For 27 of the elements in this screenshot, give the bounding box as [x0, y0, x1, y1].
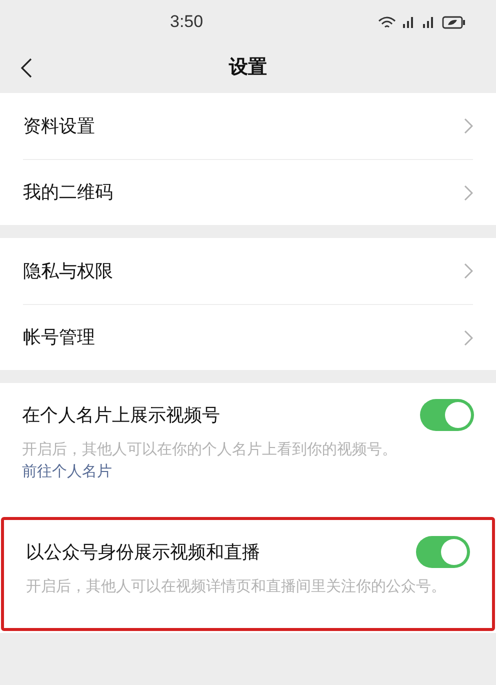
- toggle-switch[interactable]: [416, 536, 470, 568]
- status-time: 3:50: [170, 11, 204, 34]
- chevron-right-icon: [464, 184, 473, 200]
- toggle-label: 在个人名片上展示视频号: [22, 404, 220, 426]
- page-title: 设置: [229, 56, 267, 80]
- row-label: 隐私与权限: [23, 260, 113, 282]
- battery-icon: [442, 16, 466, 28]
- toggle-description: 开启后，其他人可以在视频详情页和直播间里关注你的公众号。: [26, 577, 447, 597]
- toggle-switch[interactable]: [420, 399, 474, 431]
- back-button[interactable]: [20, 58, 32, 78]
- chevron-right-icon: [464, 263, 473, 279]
- profile-link[interactable]: 前往个人名片: [22, 463, 112, 480]
- settings-row[interactable]: 资料设置: [23, 93, 473, 159]
- row-label: 资料设置: [23, 114, 95, 138]
- settings-row[interactable]: 隐私与权限: [23, 238, 473, 304]
- wifi-icon: [378, 16, 396, 28]
- signal-icon: [422, 16, 436, 28]
- row-label: 我的二维码: [23, 181, 113, 204]
- toggle-description: 开启后，其他人可以在你的个人名片上看到你的视频号。 前往个人名片: [22, 440, 398, 482]
- chevron-right-icon: [464, 330, 473, 346]
- back-icon: [20, 58, 32, 78]
- signal-icon: [402, 16, 416, 28]
- chevron-right-icon: [464, 118, 473, 134]
- toggle-label: 以公众号身份展示视频和直播: [26, 540, 260, 564]
- settings-row[interactable]: 帐号管理: [23, 304, 473, 370]
- settings-row[interactable]: 我的二维码: [23, 159, 473, 225]
- row-label: 帐号管理: [23, 326, 95, 349]
